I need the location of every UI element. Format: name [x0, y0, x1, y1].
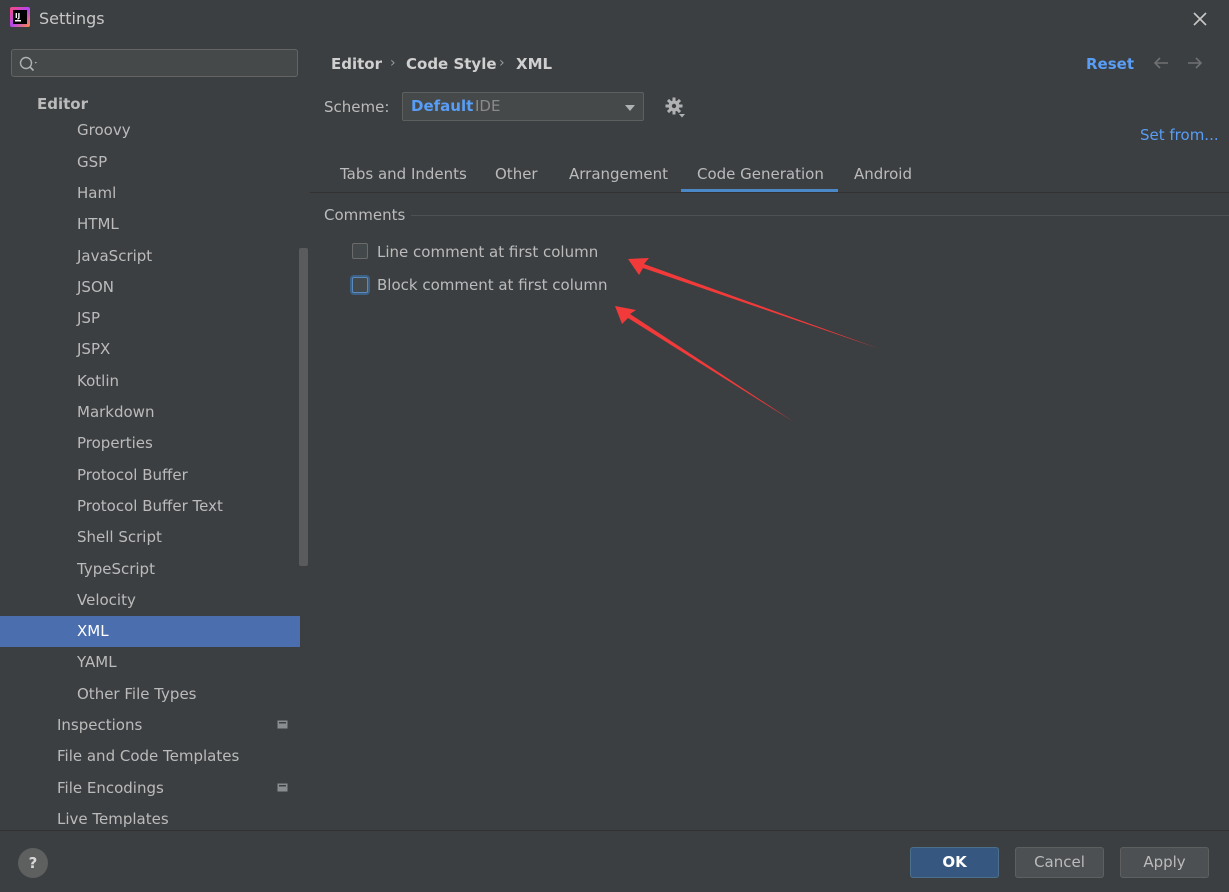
project-settings-icon [277, 783, 288, 792]
sidebar-item-label: XML [77, 622, 109, 641]
svg-text:IJ: IJ [15, 12, 20, 20]
sidebar-item-label: Properties [77, 434, 153, 453]
breadcrumb-item: Code Style [406, 55, 497, 73]
settings-sidebar: GherkinGroovyGSPHamlHTMLJavaScriptJSONJS… [0, 38, 310, 830]
sidebar-item-jspx[interactable]: JSPX [0, 334, 300, 365]
sidebar-item-label: Markdown [77, 403, 155, 421]
ok-button[interactable]: OK [910, 847, 999, 878]
arrow-left-icon[interactable] [1152, 55, 1170, 71]
title-bar: IJ Settings [0, 0, 1229, 38]
line-comment-checkbox[interactable] [352, 243, 368, 259]
sidebar-item-file-encodings[interactable]: File Encodings [0, 773, 300, 804]
search-input[interactable] [11, 49, 298, 77]
scheme-type: IDE [475, 97, 501, 115]
settings-tree: GherkinGroovyGSPHamlHTMLJavaScriptJSONJS… [0, 108, 300, 830]
sidebar-item-protocol-buffer[interactable]: Protocol Buffer [0, 460, 300, 491]
sidebar-item-label: Haml [77, 183, 117, 202]
active-tab-indicator [681, 189, 838, 192]
sidebar-item-other-file-types[interactable]: Other File Types [0, 679, 300, 710]
tab-bar: Tabs and Indents Other Arrangement Code … [310, 156, 1229, 193]
tab-tabs-and-indents[interactable]: Tabs and Indents [340, 165, 467, 183]
close-icon[interactable] [1186, 5, 1214, 33]
scheme-dropdown[interactable]: Default IDE [402, 92, 644, 121]
scheme-label: Scheme: [324, 98, 390, 116]
set-from-link[interactable]: Set from... [1140, 126, 1219, 144]
settings-content: Editor › Code Style › XML Reset Scheme: … [310, 38, 1229, 830]
sidebar-item-label: GSP [77, 152, 108, 171]
breadcrumb-item: Editor [331, 55, 382, 73]
sidebar-item-live-templates[interactable]: Live Templates [0, 804, 300, 830]
sidebar-item-label: JSPX [77, 340, 111, 359]
project-settings-icon [277, 720, 288, 729]
sidebar-item-label: Other File Types [77, 684, 197, 703]
sidebar-item-haml[interactable]: Haml [0, 178, 300, 209]
search-icon [19, 56, 37, 72]
sidebar-item-label: JSON [77, 277, 114, 296]
sidebar-scrollbar[interactable] [299, 248, 308, 566]
breadcrumb-item: XML [516, 55, 553, 73]
sidebar-item-label: Shell Script [77, 528, 162, 547]
sidebar-item-label: JavaScript [77, 246, 153, 265]
sidebar-item-json[interactable]: JSON [0, 272, 300, 303]
tab-code-generation[interactable]: Code Generation [697, 165, 824, 183]
sidebar-item-jsp[interactable]: JSP [0, 303, 300, 334]
sidebar-item-label: Live Templates [57, 809, 169, 828]
sidebar-item-label: Protocol Buffer [77, 465, 188, 484]
sidebar-item-label: Protocol Buffer Text [77, 496, 223, 515]
tab-other[interactable]: Other [495, 165, 538, 183]
sidebar-item-label: YAML [77, 653, 117, 672]
block-comment-checkbox[interactable] [352, 277, 368, 293]
scheme-name: Default [411, 97, 474, 115]
breadcrumb-separator: › [499, 55, 505, 71]
cancel-button[interactable]: Cancel [1015, 847, 1104, 878]
tab-arrangement[interactable]: Arrangement [569, 165, 668, 183]
window-title: Settings [39, 9, 105, 28]
section-divider [411, 215, 1229, 216]
sidebar-item-label: TypeScript [77, 559, 155, 578]
sidebar-item-velocity[interactable]: Velocity [0, 585, 300, 616]
sidebar-item-label: File Encodings [57, 778, 164, 797]
sidebar-item-label: JSP [77, 309, 100, 328]
reset-link[interactable]: Reset [1086, 55, 1134, 73]
sidebar-item-inspections[interactable]: Inspections [0, 710, 300, 741]
arrow-right-icon[interactable] [1186, 55, 1204, 71]
breadcrumb-separator: › [390, 55, 396, 71]
chevron-down-icon [625, 105, 635, 111]
sidebar-item-label: HTML [77, 215, 119, 234]
intellij-idea-icon: IJ [10, 7, 30, 27]
sidebar-item-label: File and Code Templates [57, 747, 240, 766]
tab-android[interactable]: Android [854, 165, 912, 183]
red-arrow-icon [615, 258, 880, 422]
tree-section-editor[interactable]: Editor [37, 95, 88, 113]
help-button[interactable]: ? [18, 848, 48, 878]
sidebar-item-label: Velocity [77, 590, 136, 609]
sidebar-item-yaml[interactable]: YAML [0, 647, 300, 678]
block-comment-label[interactable]: Block comment at first column [377, 276, 608, 294]
sidebar-item-html[interactable]: HTML [0, 209, 300, 240]
sidebar-item-javascript[interactable]: JavaScript [0, 241, 300, 272]
sidebar-item-label: Inspections [57, 716, 143, 734]
sidebar-item-shell-script[interactable]: Shell Script [0, 522, 300, 553]
sidebar-item-gsp[interactable]: GSP [0, 147, 300, 178]
sidebar-item-xml[interactable]: XML [0, 616, 300, 648]
sidebar-item-kotlin[interactable]: Kotlin [0, 366, 300, 397]
sidebar-item-label: Kotlin [77, 371, 119, 390]
sidebar-item-typescript[interactable]: TypeScript [0, 554, 300, 585]
gear-icon[interactable] [664, 96, 686, 118]
sidebar-item-markdown[interactable]: Markdown [0, 397, 300, 428]
tree-section-header: Editor [0, 93, 300, 123]
sidebar-item-properties[interactable]: Properties [0, 428, 300, 459]
comments-section-title: Comments [324, 206, 406, 224]
sidebar-item-protocol-buffer-text[interactable]: Protocol Buffer Text [0, 491, 300, 522]
dialog-footer: ? OK Cancel Apply [0, 830, 1229, 892]
line-comment-label[interactable]: Line comment at first column [377, 243, 598, 261]
apply-button[interactable]: Apply [1120, 847, 1209, 878]
sidebar-item-file-and-code-templates[interactable]: File and Code Templates [0, 741, 300, 772]
